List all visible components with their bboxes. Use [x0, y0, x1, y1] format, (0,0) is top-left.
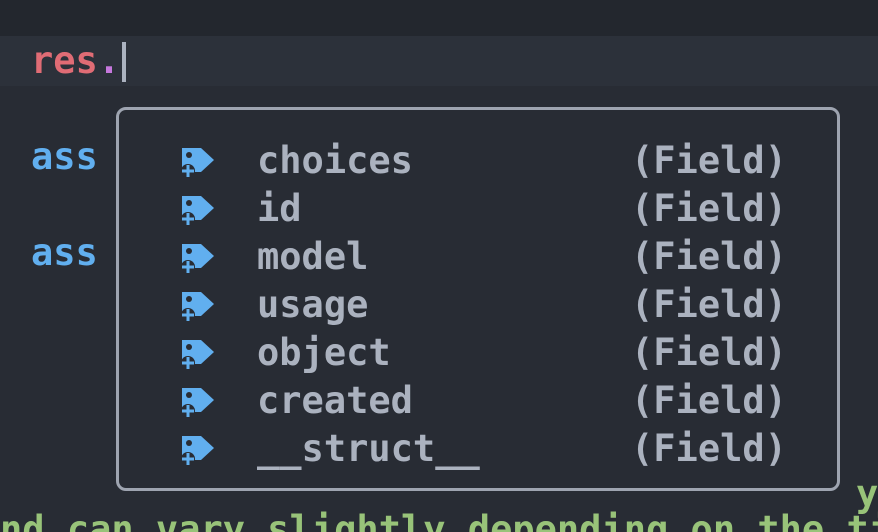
completion-item-usage[interactable]: usage (Field) [119, 281, 837, 329]
code-line-assert-1[interactable]: ass [31, 133, 98, 181]
field-tag-icon [181, 244, 214, 274]
editor-top-strip [0, 0, 878, 36]
completion-item-kind: (Field) [631, 283, 787, 326]
field-tag-icon [181, 148, 214, 178]
completion-item-kind: (Field) [631, 331, 787, 374]
completion-item-label: __struct__ [257, 427, 480, 470]
completion-item-kind: (Field) [631, 139, 787, 182]
code-line-assert-2[interactable]: ass [31, 229, 98, 277]
code-fragment-bottom: nd can vary slightly depending on the ti… [0, 508, 878, 532]
completion-item-kind: (Field) [631, 379, 787, 422]
completion-item-choices[interactable]: choices (Field) [119, 137, 837, 185]
current-line-highlight [0, 36, 878, 86]
completion-item-kind: (Field) [631, 427, 787, 470]
completion-item-label: created [257, 379, 413, 422]
field-tag-icon [181, 196, 214, 226]
variable-token: res [31, 39, 98, 82]
field-tag-icon [181, 436, 214, 466]
completion-item-kind: (Field) [631, 235, 787, 278]
field-tag-icon [181, 388, 214, 418]
completion-item-struct[interactable]: __struct__ (Field) [119, 425, 837, 473]
completion-item-label: object [257, 331, 391, 374]
text-cursor [122, 42, 127, 82]
dot-token: . [97, 39, 121, 82]
field-tag-icon [181, 292, 214, 322]
completion-item-label: usage [257, 283, 369, 326]
completion-item-model[interactable]: model (Field) [119, 233, 837, 281]
completion-item-label: choices [257, 139, 413, 182]
completion-item-label: id [257, 187, 302, 230]
completion-item-kind: (Field) [631, 187, 787, 230]
completion-item-created[interactable]: created (Field) [119, 377, 837, 425]
completion-list: choices (Field) id (Field) model (Field)… [119, 137, 837, 473]
field-tag-icon [181, 340, 214, 370]
completion-item-id[interactable]: id (Field) [119, 185, 837, 233]
autocomplete-popup[interactable]: choices (Field) id (Field) model (Field)… [116, 107, 840, 491]
code-editor[interactable]: res. ass ass y nd can vary slightly depe… [0, 0, 878, 532]
completion-item-object[interactable]: object (Field) [119, 329, 837, 377]
code-line-res[interactable]: res. [31, 37, 127, 85]
completion-item-label: model [257, 235, 369, 278]
